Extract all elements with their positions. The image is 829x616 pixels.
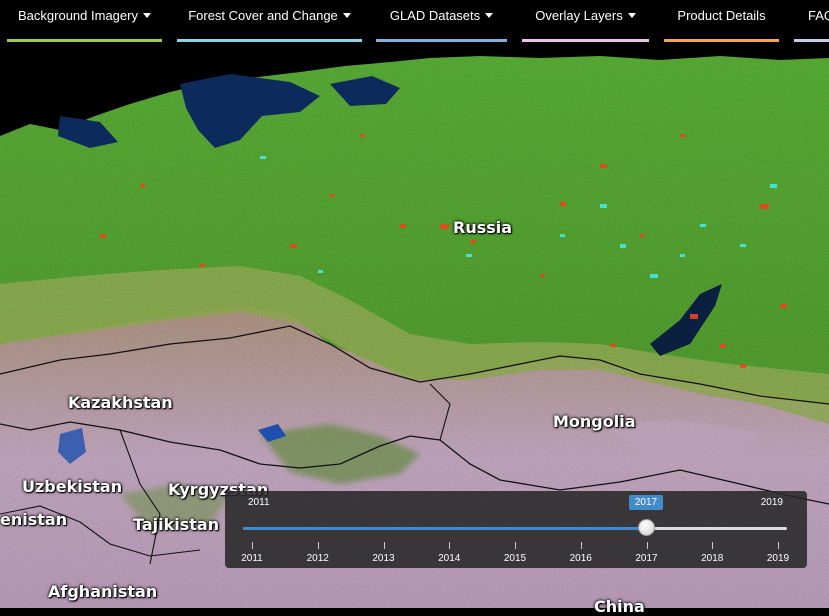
nav-underline [522,39,649,42]
slider-tick [515,542,516,549]
slider-handle[interactable] [637,519,655,536]
slider-min-label: 2011 [248,497,270,508]
map-label-china: China [594,597,645,616]
slider-tick [580,542,582,549]
slider-fill [243,527,647,530]
nav-product-details[interactable]: Product Details [664,0,779,44]
nav-glad-datasets[interactable]: GLAD Datasets [376,0,507,44]
slider-tick [449,542,451,549]
nav-underline [376,39,507,42]
slider-tick-label[interactable]: 2017 [627,553,667,564]
slider-tick-label[interactable]: 2016 [561,553,601,564]
nav-label: Forest Cover and Change [188,8,338,23]
map-label-russia: Russia [453,218,513,237]
slider-tick [317,542,319,549]
map-label-kazakhstan: Kazakhstan [68,393,173,412]
nav-forest-cover[interactable]: Forest Cover and Change [177,0,362,44]
nav-label: Background Imagery [18,8,138,23]
nav-faq[interactable]: FAQ [794,0,829,44]
slider-tick-label[interactable]: 2013 [364,553,404,564]
slider-tick-label[interactable]: 2014 [429,553,469,564]
caret-down-icon [627,13,636,19]
nav-label: Product Details [677,8,766,23]
slider-tick [712,542,714,549]
nav-label: GLAD Datasets [389,8,481,23]
nav-underline [794,39,829,42]
nav-underline [7,39,162,42]
map-label-uzbekistan: Uzbekistan [22,477,123,496]
slider-tick [252,542,253,549]
slider-tick-label[interactable]: 2012 [298,553,338,564]
nav-underline [177,39,362,42]
nav-background-imagery[interactable]: Background Imagery [7,0,162,44]
slider-tick-label[interactable]: 2015 [495,553,535,564]
caret-down-icon [485,13,494,19]
slider-tick [778,542,779,549]
caret-down-icon [342,13,351,19]
caret-down-icon [142,13,151,19]
nav-label: Overlay Layers [535,8,623,23]
map-label-tajikistan: Tajikistan [133,515,220,534]
top-navigation: Background Imagery Forest Cover and Chan… [0,0,829,44]
slider-current-value-badge: 2017 [629,495,663,510]
slider-max-label: 2019 [760,497,783,508]
nav-overlay-layers[interactable]: Overlay Layers [522,0,649,44]
nav-underline [664,39,779,42]
slider-tick [383,542,385,549]
map-label-afghanistan: Afghanistan [48,582,158,601]
slider-tick-label[interactable]: 2018 [692,553,732,564]
nav-label: FAQ [808,8,829,23]
map-label-turkmenistan: enistan [0,510,68,529]
map-label-mongolia: Mongolia [553,412,636,431]
slider-tick [646,542,648,549]
slider-tick-label[interactable]: 2011 [232,553,272,564]
slider-tick-label[interactable]: 2019 [758,553,798,564]
time-slider: 2011 2017 2019 2011 2012 2013 2014 2015 2016 2… [225,491,807,568]
